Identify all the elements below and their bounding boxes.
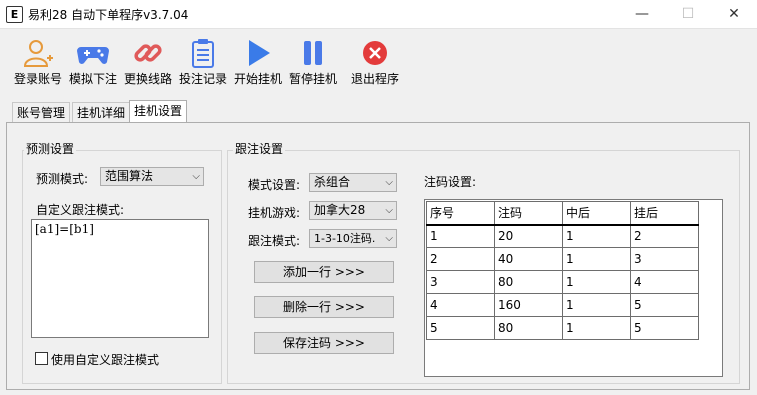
mode-setting-value: 杀组合 bbox=[314, 175, 351, 189]
table-row[interactable]: 2 40 1 3 bbox=[426, 247, 699, 271]
table-cell[interactable]: 1 bbox=[562, 224, 631, 248]
tab-hangup-details[interactable]: 挂机详细 bbox=[72, 102, 131, 124]
column-header: 注码 bbox=[494, 201, 563, 226]
delete-row-button[interactable]: 删除一行 >>> bbox=[254, 296, 394, 318]
toolbar-label: 退出程序 bbox=[350, 72, 399, 86]
exit-program-button[interactable]: 退出程序 bbox=[343, 38, 407, 86]
table-cell[interactable]: 1 bbox=[562, 316, 631, 340]
table-cell[interactable]: 1 bbox=[426, 224, 495, 248]
table-cell[interactable]: 1 bbox=[562, 247, 631, 271]
add-user-icon bbox=[23, 40, 53, 67]
play-icon bbox=[249, 40, 270, 66]
add-row-button[interactable]: 添加一行 >>> bbox=[254, 261, 394, 283]
table-cell[interactable]: 1 bbox=[562, 293, 631, 317]
code-settings-label: 注码设置: bbox=[424, 175, 477, 189]
table-cell[interactable]: 5 bbox=[630, 293, 699, 317]
pause-icon bbox=[304, 41, 322, 65]
table-cell[interactable]: 5 bbox=[426, 316, 495, 340]
table-row[interactable]: 4 160 1 5 bbox=[426, 293, 699, 317]
close-button[interactable]: ✕ bbox=[711, 0, 757, 28]
pause-hangup-button[interactable]: 暂停挂机 bbox=[281, 38, 345, 86]
table-cell[interactable]: 5 bbox=[630, 316, 699, 340]
hangup-game-select[interactable]: 加拿大28 ⌵ bbox=[309, 201, 397, 220]
column-header: 挂后 bbox=[630, 201, 699, 226]
clipboard-icon bbox=[192, 39, 214, 68]
hangup-game-label: 挂机游戏: bbox=[248, 206, 301, 220]
table-cell[interactable]: 2 bbox=[426, 247, 495, 271]
table-cell[interactable]: 160 bbox=[494, 293, 563, 317]
column-header: 中后 bbox=[562, 201, 631, 226]
custom-follow-textarea[interactable]: [a1]=[b1] bbox=[31, 219, 209, 338]
app-icon: E bbox=[6, 6, 23, 23]
link-icon bbox=[134, 44, 162, 62]
predict-group-title: 预测设置 bbox=[24, 140, 77, 157]
table-cell[interactable]: 40 bbox=[494, 247, 563, 271]
table-header-row: 序号 注码 中后 挂后 bbox=[426, 201, 699, 226]
chevron-down-icon: ⌵ bbox=[385, 177, 393, 188]
table-row[interactable]: 1 20 1 2 bbox=[426, 224, 699, 248]
window-title: 易利28 自动下单程序v3.7.04 bbox=[28, 8, 189, 22]
table-cell[interactable]: 3 bbox=[630, 247, 699, 271]
close-circle-icon bbox=[363, 41, 387, 65]
table-cell[interactable]: 3 bbox=[426, 270, 495, 294]
custom-follow-checkbox-label: 使用自定义跟注模式 bbox=[51, 353, 160, 367]
maximize-button[interactable]: ☐ bbox=[665, 0, 711, 28]
follow-mode-label: 跟注模式: bbox=[248, 234, 301, 248]
bet-code-grid[interactable]: 序号 注码 中后 挂后 1 20 1 2 2 40 1 3 3 80 1 4 4… bbox=[424, 199, 723, 377]
chevron-down-icon: ⌵ bbox=[385, 205, 393, 216]
predict-mode-label: 预测模式: bbox=[36, 172, 89, 186]
chevron-down-icon: ⌵ bbox=[385, 233, 393, 244]
table-row[interactable]: 3 80 1 4 bbox=[426, 270, 699, 294]
follow-group-title: 跟注设置 bbox=[233, 140, 286, 157]
table-cell[interactable]: 80 bbox=[494, 316, 563, 340]
table-cell[interactable]: 4 bbox=[426, 293, 495, 317]
table-cell[interactable]: 20 bbox=[494, 224, 563, 248]
table-cell[interactable]: 4 bbox=[630, 270, 699, 294]
table-cell[interactable]: 80 bbox=[494, 270, 563, 294]
bet-code-table: 序号 注码 中后 挂后 1 20 1 2 2 40 1 3 3 80 1 4 4… bbox=[426, 201, 699, 340]
column-header: 序号 bbox=[426, 201, 495, 226]
custom-follow-label: 自定义跟注模式: bbox=[36, 203, 125, 217]
toolbar-label: 暂停挂机 bbox=[288, 72, 337, 86]
custom-follow-checkbox[interactable] bbox=[35, 352, 48, 365]
hangup-game-value: 加拿大28 bbox=[314, 203, 366, 217]
follow-mode-value: 1-3-10注码. bbox=[314, 232, 376, 245]
mode-setting-label: 模式设置: bbox=[248, 178, 301, 192]
table-cell[interactable]: 2 bbox=[630, 224, 699, 248]
predict-mode-value: 范围算法 bbox=[105, 169, 154, 183]
table-cell[interactable]: 1 bbox=[562, 270, 631, 294]
save-code-button[interactable]: 保存注码 >>> bbox=[254, 332, 394, 354]
table-row[interactable]: 5 80 1 5 bbox=[426, 316, 699, 340]
tab-account-management[interactable]: 账号管理 bbox=[12, 102, 71, 124]
mode-setting-select[interactable]: 杀组合 ⌵ bbox=[309, 173, 397, 192]
title-bar: E 易利28 自动下单程序v3.7.04 — ☐ ✕ bbox=[0, 0, 757, 29]
gamepad-icon bbox=[77, 47, 109, 64]
chevron-down-icon: ⌵ bbox=[192, 171, 200, 182]
minimize-button[interactable]: — bbox=[619, 0, 665, 28]
predict-mode-select[interactable]: 范围算法 ⌵ bbox=[100, 167, 204, 186]
follow-mode-select[interactable]: 1-3-10注码. ⌵ bbox=[309, 229, 397, 248]
